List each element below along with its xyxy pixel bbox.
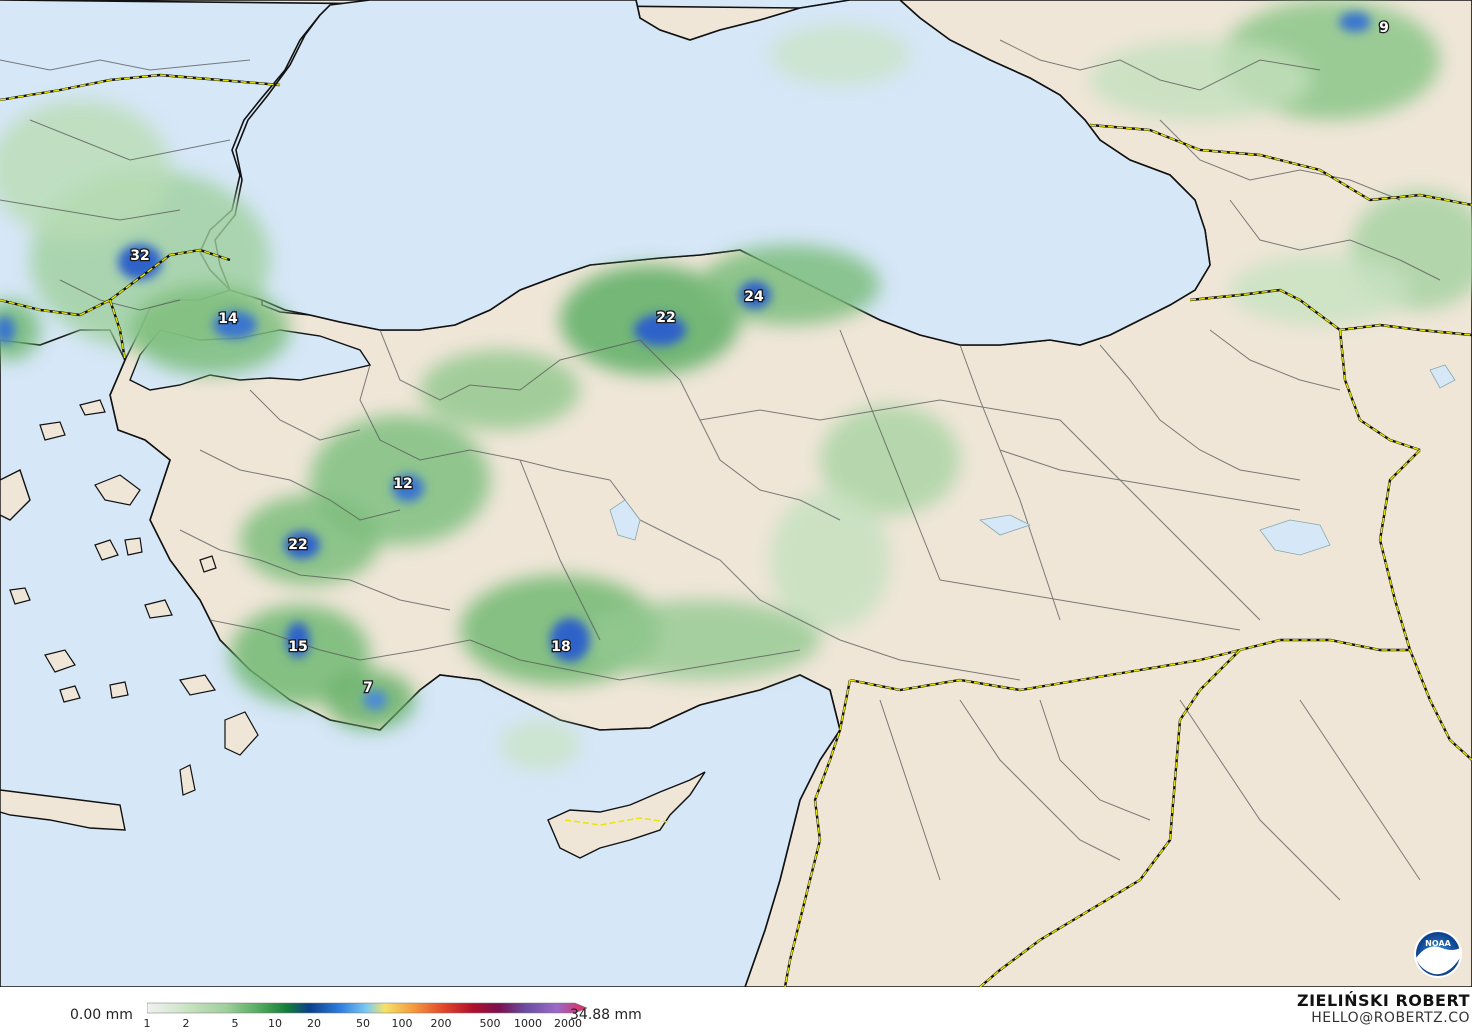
colorbar-tick: 50 [356,1017,370,1030]
precip-label: 24 [744,289,764,305]
precip-label: 22 [288,537,307,553]
precip-label: 32 [130,248,149,264]
precip-label: 15 [288,639,307,655]
precip-label: 22 [656,310,675,326]
colorbar-tick: 5 [231,1017,239,1030]
author-name: ZIELIŃSKI ROBERT [1296,991,1470,1010]
colorbar-tick: 1000 [514,1017,542,1030]
colorbar-tick: 500 [479,1017,501,1030]
scale-max-label: 34.88 mm [570,1007,642,1023]
precip-label: 12 [393,476,412,492]
precip-label: 7 [363,680,373,696]
colorbar-tick: 2 [182,1017,190,1030]
author-credit: ZIELIŃSKI ROBERT HELLO@ROBERTZ.CO [1297,991,1470,1026]
colorbar [147,1002,587,1014]
svg-text:NOAA: NOAA [1425,939,1451,948]
colorbar-tick: 100 [391,1017,413,1030]
author-email: HELLO@ROBERTZ.CO [1311,1010,1470,1026]
precip-label: 18 [551,639,570,655]
precipitation-map: 32 14 22 24 12 22 18 15 7 9 NOAA [0,0,1472,987]
colorbar-tick: 1 [143,1017,151,1030]
scale-min-label: 0.00 mm [70,1007,133,1023]
legend-bar: 0.00 mm 1 2 5 10 20 50 100 200 500 1000 … [0,987,1472,1035]
colorbar-tick: 10 [268,1017,282,1030]
precip-label: 14 [218,311,238,327]
noaa-logo: NOAA [1414,930,1462,978]
precip-label: 9 [1379,20,1389,36]
colorbar-ticks: 1 2 5 10 20 50 100 200 500 1000 2000 [143,1017,587,1033]
colorbar-tick: 200 [430,1017,452,1030]
colorbar-tick: 20 [307,1017,321,1030]
